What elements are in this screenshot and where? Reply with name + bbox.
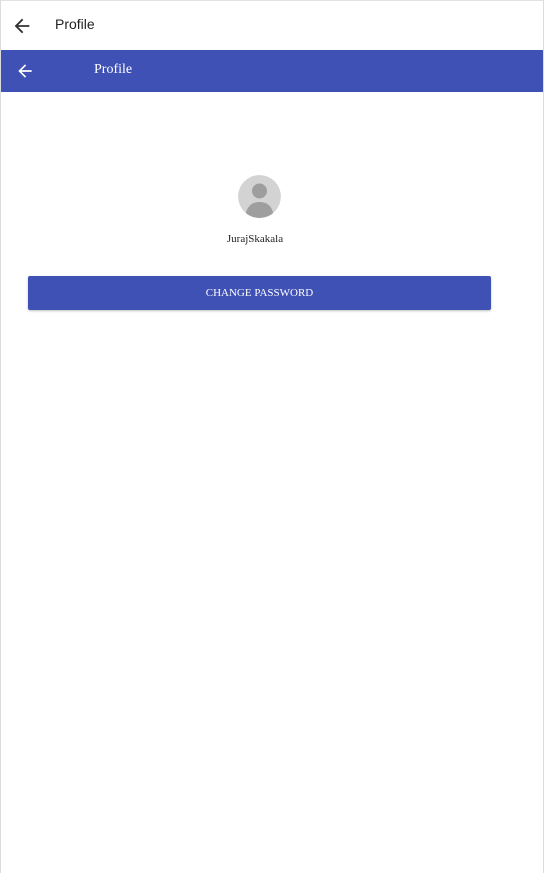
app-bar: Profile: [1, 50, 543, 92]
change-password-button[interactable]: CHANGE PASSWORD: [28, 276, 491, 310]
avatar: [238, 175, 281, 218]
back-arrow-icon[interactable]: [11, 15, 33, 37]
app-bar-title: Profile: [94, 62, 133, 77]
page-title: Profile: [55, 16, 95, 32]
app-window: Profile Profile JurajSkakala CHANGE PASS…: [0, 0, 544, 873]
username-label: JurajSkakala: [226, 233, 284, 245]
top-navigation-bar: Profile: [1, 0, 543, 50]
user-avatar-icon: [238, 175, 281, 218]
back-arrow-icon[interactable]: [15, 61, 35, 81]
